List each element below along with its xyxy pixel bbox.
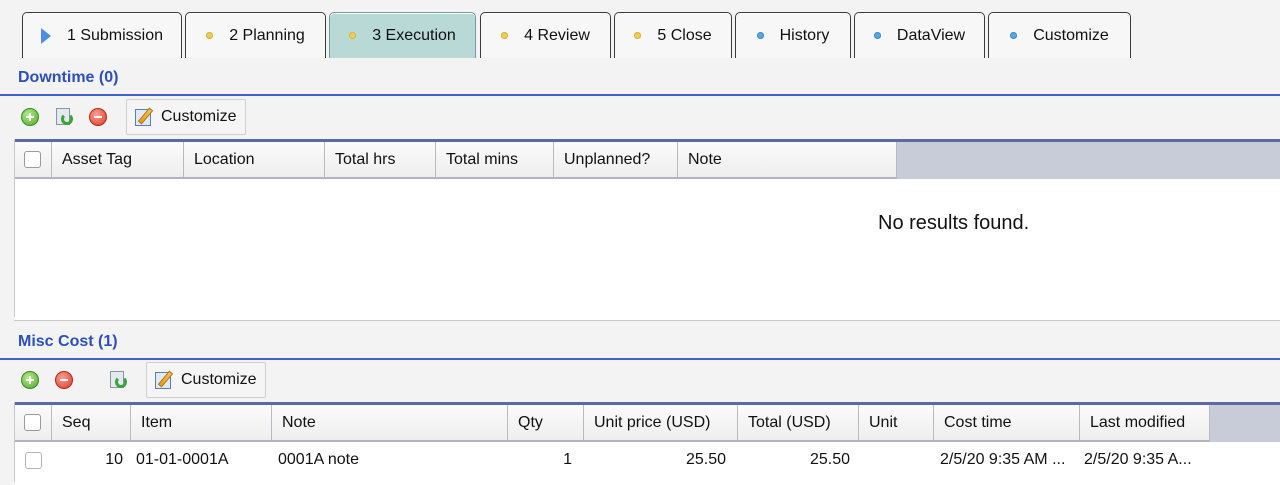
blue-dot-icon [1010, 32, 1018, 39]
column-header-asset-tag[interactable]: Asset Tag [52, 142, 184, 179]
cell-total: 25.50 [809, 451, 850, 468]
column-header-total-mins[interactable]: Total mins [436, 142, 554, 179]
grid-left-border [14, 139, 15, 317]
downtime-customize-button[interactable]: Customize [126, 99, 246, 135]
yellow-dot-icon [206, 32, 214, 39]
column-header-total[interactable]: Total (USD) [738, 405, 859, 442]
column-header-item[interactable]: Item [131, 405, 272, 442]
column-header-last-modified[interactable]: Last modified [1080, 405, 1210, 442]
select-all-header [14, 142, 52, 179]
tab-dataview[interactable]: DataView [854, 12, 985, 58]
blue-dot-icon [756, 32, 764, 39]
column-header-unit[interactable]: Unit [859, 405, 934, 442]
select-all-checkbox[interactable] [24, 414, 41, 431]
cell-unit-price: 25.50 [685, 451, 726, 468]
cell-qty: 1 [563, 451, 572, 468]
tab-bar: 1 Submission 2 Planning 3 Execution 4 Re… [0, 0, 1280, 58]
misc-cost-grid: Seq Item Note Qty Unit price (USD) Total… [14, 402, 1280, 485]
tab-label: 2 Planning [229, 26, 305, 44]
refresh-icon [53, 107, 75, 127]
downtime-refresh-button[interactable] [48, 99, 80, 135]
tab-execution[interactable]: 3 Execution [329, 12, 476, 58]
column-header-location[interactable]: Location [184, 142, 325, 179]
misc-cost-grid-header: Seq Item Note Qty Unit price (USD) Total… [14, 405, 1280, 442]
column-header-seq[interactable]: Seq [52, 405, 131, 442]
tab-label: 5 Close [657, 26, 712, 44]
column-header-note[interactable]: Note [678, 142, 897, 179]
yellow-dot-icon [349, 32, 357, 39]
downtime-grid-body: No results found. [14, 179, 1280, 317]
tab-label: Customize [1033, 26, 1109, 44]
select-all-checkbox[interactable] [24, 151, 41, 168]
misc-cost-panel-title: Misc Cost (1) [0, 326, 1280, 360]
cell-note: 0001A note [278, 451, 359, 468]
column-header-total-hrs[interactable]: Total hrs [325, 142, 436, 179]
misc-cost-refresh-button[interactable] [102, 362, 134, 398]
edit-icon [155, 370, 175, 390]
misc-cost-add-button[interactable] [14, 362, 46, 398]
column-header-qty[interactable]: Qty [508, 405, 584, 442]
play-icon [40, 27, 51, 44]
select-all-header [14, 405, 52, 442]
downtime-add-button[interactable] [14, 99, 46, 135]
downtime-panel-title: Downtime (0) [0, 62, 1280, 96]
tab-customize[interactable]: Customize [988, 12, 1131, 58]
refresh-icon [107, 370, 129, 390]
misc-cost-remove-button[interactable] [48, 362, 80, 398]
downtime-remove-button[interactable] [82, 99, 114, 135]
row-select-cell [14, 442, 52, 478]
edit-icon [135, 107, 155, 127]
cell-cost-time: 2/5/20 9:35 AM ... [940, 451, 1066, 468]
add-icon [21, 108, 39, 126]
misc-cost-toolbar: Customize [14, 360, 266, 400]
tab-label: 1 Submission [66, 26, 164, 44]
tab-label: History [779, 26, 830, 44]
table-row[interactable]: 10 01-01-0001A 0001A note 1 25.50 25.50 … [14, 442, 1280, 478]
cell-item: 01-01-0001A [136, 451, 229, 468]
cell-seq: 10 [105, 451, 123, 468]
tab-planning[interactable]: 2 Planning [185, 12, 326, 58]
tab-review[interactable]: 4 Review [480, 12, 611, 58]
empty-message: No results found. [878, 212, 1030, 234]
column-header-unit-price[interactable]: Unit price (USD) [584, 405, 738, 442]
downtime-grid-header: Asset Tag Location Total hrs Total mins … [14, 142, 1280, 179]
blue-dot-icon [873, 32, 881, 39]
downtime-toolbar: Customize [14, 97, 246, 137]
customize-label: Customize [181, 371, 257, 388]
customize-label: Customize [161, 108, 237, 125]
misc-cost-grid-body: 10 01-01-0001A 0001A note 1 25.50 25.50 … [14, 442, 1280, 485]
downtime-grid: Asset Tag Location Total hrs Total mins … [14, 139, 1280, 321]
row-checkbox[interactable] [24, 451, 42, 469]
cell-last-modified: 2/5/20 9:35 A... [1084, 451, 1192, 468]
tab-label: DataView [896, 26, 966, 44]
tab-label: 4 Review [524, 26, 590, 44]
column-header-unplanned[interactable]: Unplanned? [554, 142, 678, 179]
cell-unit [859, 442, 934, 478]
yellow-dot-icon [501, 32, 509, 39]
yellow-dot-icon [634, 32, 642, 39]
tab-close[interactable]: 5 Close [614, 12, 732, 58]
tab-label: 3 Execution [372, 26, 456, 44]
remove-icon [55, 371, 73, 389]
misc-cost-customize-button[interactable]: Customize [146, 362, 266, 398]
tab-history[interactable]: History [735, 12, 851, 58]
tab-submission[interactable]: 1 Submission [22, 12, 182, 58]
remove-icon [89, 108, 107, 126]
add-icon [21, 371, 39, 389]
column-header-cost-time[interactable]: Cost time [934, 405, 1080, 442]
grid-left-border [14, 402, 15, 482]
column-header-note[interactable]: Note [272, 405, 508, 442]
